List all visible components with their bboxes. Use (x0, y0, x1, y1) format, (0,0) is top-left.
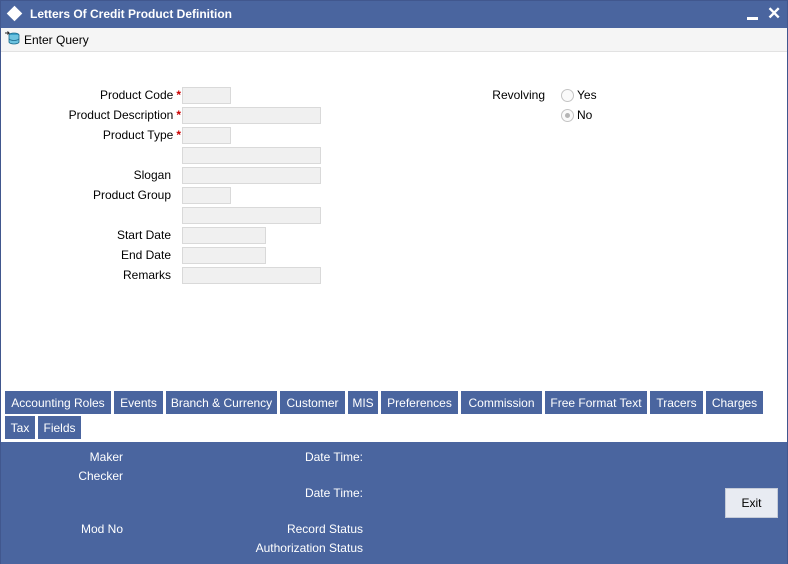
slogan-input[interactable] (182, 167, 321, 184)
required-mark: * (176, 108, 181, 122)
window-title: Letters Of Credit Product Definition (30, 7, 233, 21)
end-date-input[interactable] (182, 247, 266, 264)
tab-customer[interactable]: Customer (279, 390, 346, 415)
enter-query-icon[interactable] (5, 31, 21, 47)
product-description-label: Product Description * (68, 108, 181, 122)
remarks-input[interactable] (182, 267, 321, 284)
required-mark: * (176, 128, 181, 142)
exit-button[interactable]: Exit (725, 488, 778, 518)
toolbar: Enter Query (1, 28, 787, 52)
remarks-label: Remarks (122, 268, 171, 282)
product-group-description-input[interactable] (182, 207, 321, 224)
tab-tax[interactable]: Tax (4, 415, 36, 440)
mod-no-label: Mod No (80, 522, 123, 536)
revolving-no-radio[interactable] (561, 109, 574, 122)
product-code-input[interactable] (182, 87, 231, 104)
product-definition-window: Letters Of Credit Product Definition ✕ E… (0, 0, 788, 564)
product-code-label: Product Code * (99, 88, 181, 102)
product-form: Product Code * Product Description * Produ… (1, 52, 787, 388)
revolving-label: Revolving (492, 88, 545, 102)
maker-label: Maker (89, 450, 123, 464)
tab-fields[interactable]: Fields (37, 415, 82, 440)
product-group-label: Product Group (92, 188, 171, 202)
enter-query-button[interactable]: Enter Query (24, 33, 89, 47)
title-bar: Letters Of Credit Product Definition ✕ (1, 1, 787, 28)
tab-accounting-roles[interactable]: Accounting Roles (4, 390, 112, 415)
product-type-input[interactable] (182, 127, 231, 144)
tab-preferences[interactable]: Preferences (380, 390, 459, 415)
product-type-description-input[interactable] (182, 147, 321, 164)
end-date-label: End Date (120, 248, 171, 262)
record-status-label: Record Status (286, 522, 363, 536)
tab-free-format-text[interactable]: Free Format Text (544, 390, 648, 415)
revolving-yes-label: Yes (577, 88, 597, 102)
revolving-no-label: No (577, 108, 593, 122)
tab-mis[interactable]: MIS (347, 390, 379, 415)
product-description-input[interactable] (182, 107, 321, 124)
product-group-input[interactable] (182, 187, 231, 204)
tab-bar: Accounting Roles Events Branch & Currenc… (3, 390, 787, 442)
minimize-button[interactable] (746, 5, 760, 23)
close-button[interactable]: ✕ (767, 5, 783, 23)
tab-commission[interactable]: Commission (460, 390, 543, 415)
slogan-label: Slogan (133, 168, 171, 182)
tab-tracers[interactable]: Tracers (649, 390, 704, 415)
tab-branch-currency[interactable]: Branch & Currency (165, 390, 278, 415)
authorization-status-label: Authorization Status (255, 541, 363, 555)
revolving-yes-radio[interactable] (561, 89, 574, 102)
required-mark: * (176, 88, 181, 102)
tab-events[interactable]: Events (113, 390, 164, 415)
maker-date-time-label: Date Time: (304, 450, 363, 464)
checker-label: Checker (78, 469, 123, 483)
audit-footer: Maker Checker Mod No Date Time: Date Tim… (1, 442, 787, 564)
start-date-input[interactable] (182, 227, 266, 244)
tab-charges[interactable]: Charges (705, 390, 764, 415)
checker-date-time-label: Date Time: (304, 486, 363, 500)
diamond-icon (6, 5, 23, 22)
start-date-label: Start Date (116, 228, 171, 242)
product-type-label: Product Type * (102, 128, 181, 142)
